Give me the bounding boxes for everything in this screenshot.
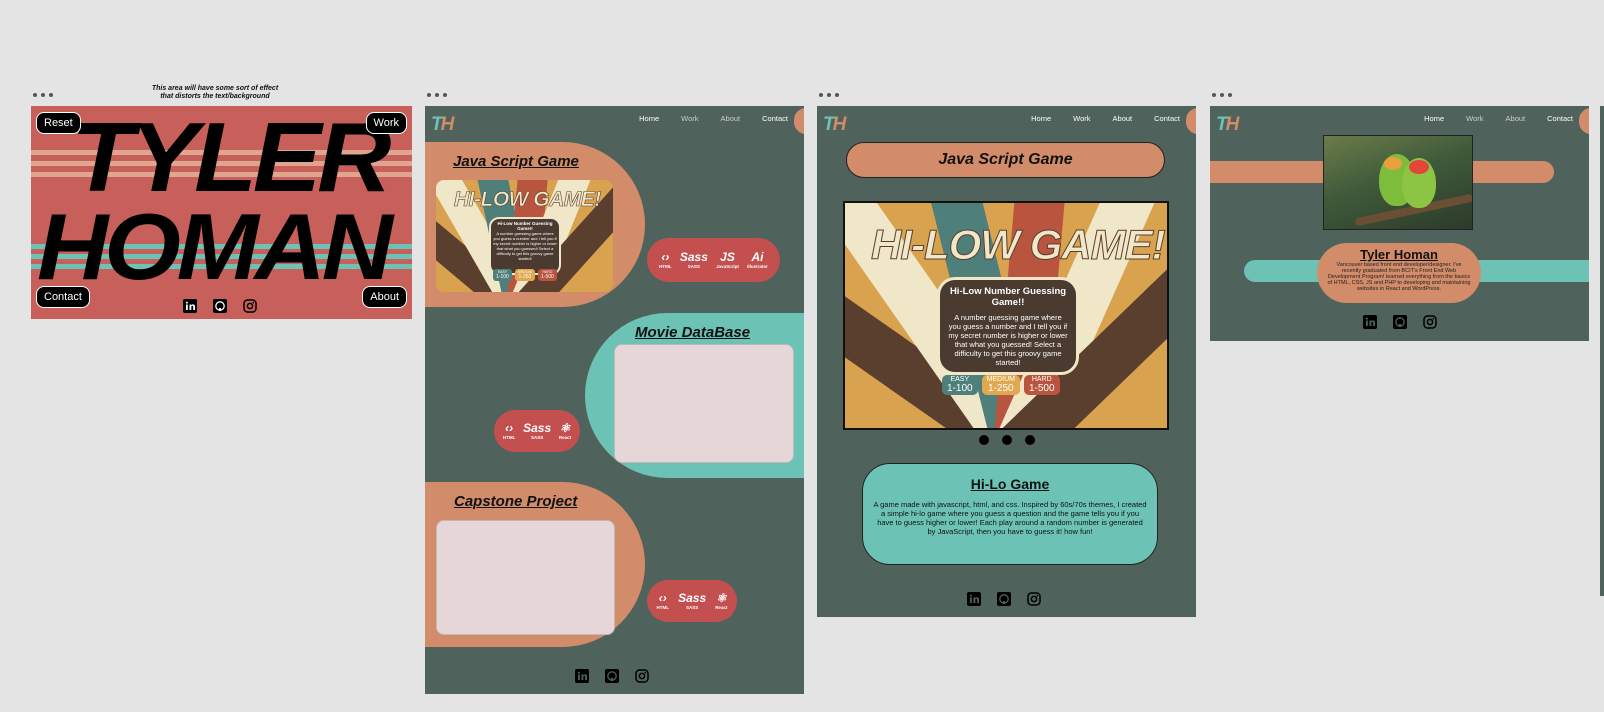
- project-screenshot[interactable]: HI-LOW GAME! Hi-Low Number Guessing Game…: [843, 201, 1169, 430]
- project-description-card: Hi-Lo Game A game made with javascript, …: [862, 463, 1158, 565]
- game-headline: HI-LOW GAME!: [454, 188, 602, 212]
- instagram-icon[interactable]: [635, 669, 649, 683]
- site-logo[interactable]: TH: [1216, 114, 1239, 136]
- social-links: [183, 299, 257, 313]
- project-title: Java Script Game: [938, 151, 1073, 168]
- project-thumbnail-placeholder[interactable]: [436, 520, 615, 635]
- project-title[interactable]: Capstone Project: [454, 493, 577, 510]
- project-title-pill: Java Script Game: [846, 142, 1165, 178]
- tech-stack-pill: ‹› HTML Sass SASS ⚛ React: [647, 580, 737, 622]
- sass-icon: Sass SASS: [678, 590, 707, 611]
- site-logo[interactable]: TH: [431, 114, 454, 136]
- social-links: [1363, 315, 1437, 329]
- difficulty-easy[interactable]: EASY 1-100: [493, 269, 512, 281]
- linkedin-icon[interactable]: [575, 669, 589, 683]
- sass-icon: Sass SASS: [679, 249, 708, 270]
- project-detail-frame: TH Home Work About Contact Java Script G…: [817, 106, 1196, 617]
- difficulty-buttons: EASY 1-100 MEDIUM 1-250 HARD 1-500: [493, 269, 557, 281]
- frame-handle-1[interactable]: [33, 93, 53, 97]
- about-button[interactable]: About: [362, 286, 407, 308]
- linkedin-icon[interactable]: [183, 299, 197, 313]
- carousel-dots: [979, 435, 1035, 445]
- hero-name-line2: HOMAN: [37, 194, 393, 299]
- instagram-icon[interactable]: [1027, 592, 1041, 606]
- difficulty-easy[interactable]: EASY 1-100: [942, 375, 978, 395]
- carousel-dot[interactable]: [979, 435, 989, 445]
- sass-icon: Sass SASS: [523, 420, 552, 441]
- nav-home[interactable]: Home: [1031, 114, 1051, 123]
- frame-handle-2[interactable]: [427, 93, 447, 97]
- html-icon: ‹› HTML: [656, 590, 670, 611]
- nav-accent: [794, 108, 804, 134]
- instagram-icon[interactable]: [1423, 315, 1437, 329]
- react-icon: ⚛ React: [558, 420, 572, 441]
- javascript-icon: JS JavaScript: [716, 249, 739, 270]
- card-title: Hi-Lo Game: [970, 476, 1050, 492]
- github-icon[interactable]: [605, 669, 619, 683]
- illustrator-icon: Ai Illustrator: [747, 249, 768, 270]
- linkedin-icon[interactable]: [1363, 315, 1377, 329]
- bio-card: Tyler Homan Vancouver based front end de…: [1317, 243, 1481, 303]
- github-icon[interactable]: [1393, 315, 1407, 329]
- design-annotation: This area will have some sort of effect …: [151, 85, 279, 101]
- nav-accent: [1579, 108, 1589, 134]
- tech-stack-pill: ‹› HTML Sass SASS ⚛ React: [494, 410, 580, 452]
- game-headline: HI-LOW GAME!: [871, 221, 1167, 269]
- landing-frame: TYLER HOMAN Reset Work Contact About: [31, 106, 412, 319]
- game-info-box: Hi-Low Number Guessing Game!! A number g…: [937, 277, 1079, 375]
- html-icon: ‹› HTML: [659, 249, 672, 270]
- react-icon: ⚛ React: [715, 590, 728, 611]
- difficulty-hard[interactable]: HARD 1-500: [538, 269, 557, 281]
- profile-photo: [1323, 135, 1473, 230]
- tech-stack-pill: ‹› HTML Sass SASS JS JavaScript Ai Illustrat…: [647, 238, 780, 282]
- frame-handle-4[interactable]: [1212, 93, 1232, 97]
- reset-button[interactable]: Reset: [36, 112, 81, 134]
- main-nav: Home Work About Contact: [1031, 114, 1180, 123]
- work-frame: TH Home Work About Contact Java Script G…: [425, 106, 804, 694]
- project-title[interactable]: Movie DataBase: [635, 324, 750, 341]
- instagram-icon[interactable]: [243, 299, 257, 313]
- html-icon: ‹› HTML: [502, 420, 516, 441]
- nav-home[interactable]: Home: [1424, 114, 1444, 123]
- project-thumbnail-placeholder[interactable]: [614, 344, 794, 463]
- github-icon[interactable]: [997, 592, 1011, 606]
- nav-work[interactable]: Work: [1073, 114, 1090, 123]
- carousel-dot[interactable]: [1002, 435, 1012, 445]
- project-title[interactable]: Java Script Game: [453, 153, 579, 170]
- nav-accent: [1186, 108, 1196, 134]
- next-frame-edge: [1600, 106, 1604, 596]
- frame-handle-3[interactable]: [819, 93, 839, 97]
- difficulty-medium[interactable]: MEDIUM 1-250: [981, 375, 1020, 395]
- about-frame: TH Home Work About Contact Tyler Homan V…: [1210, 106, 1589, 341]
- difficulty-hard[interactable]: HARD 1-500: [1023, 375, 1060, 395]
- nav-about[interactable]: About: [721, 114, 741, 123]
- profile-bio: Vancouver based front end developer/desi…: [1327, 262, 1471, 293]
- main-nav: Home Work About Contact: [1424, 114, 1573, 123]
- nav-work[interactable]: Work: [681, 114, 698, 123]
- card-text: A game made with javascript, html, and c…: [873, 500, 1147, 536]
- nav-about[interactable]: About: [1506, 114, 1526, 123]
- social-links: [967, 592, 1041, 606]
- game-info-box: Hi-Low Number Guessing Game!! A number g…: [489, 217, 561, 275]
- linkedin-icon[interactable]: [967, 592, 981, 606]
- contact-button[interactable]: Contact: [36, 286, 90, 308]
- nav-home[interactable]: Home: [639, 114, 659, 123]
- social-links: [575, 669, 649, 683]
- nav-contact[interactable]: Contact: [1154, 114, 1180, 123]
- nav-work[interactable]: Work: [1466, 114, 1483, 123]
- site-logo[interactable]: TH: [823, 114, 846, 136]
- difficulty-medium[interactable]: MEDIUM 1-250: [514, 269, 535, 281]
- project-thumbnail[interactable]: HI-LOW GAME! Hi-Low Number Guessing Game…: [436, 180, 613, 292]
- nav-contact[interactable]: Contact: [762, 114, 788, 123]
- main-nav: Home Work About Contact: [639, 114, 788, 123]
- nav-contact[interactable]: Contact: [1547, 114, 1573, 123]
- work-button[interactable]: Work: [365, 112, 407, 134]
- hero-name-line1: TYLER: [71, 106, 391, 212]
- profile-name: Tyler Homan: [1360, 247, 1438, 262]
- nav-about[interactable]: About: [1113, 114, 1133, 123]
- difficulty-buttons: EASY 1-100 MEDIUM 1-250 HARD 1-500: [942, 375, 1060, 395]
- carousel-dot[interactable]: [1025, 435, 1035, 445]
- github-icon[interactable]: [213, 299, 227, 313]
